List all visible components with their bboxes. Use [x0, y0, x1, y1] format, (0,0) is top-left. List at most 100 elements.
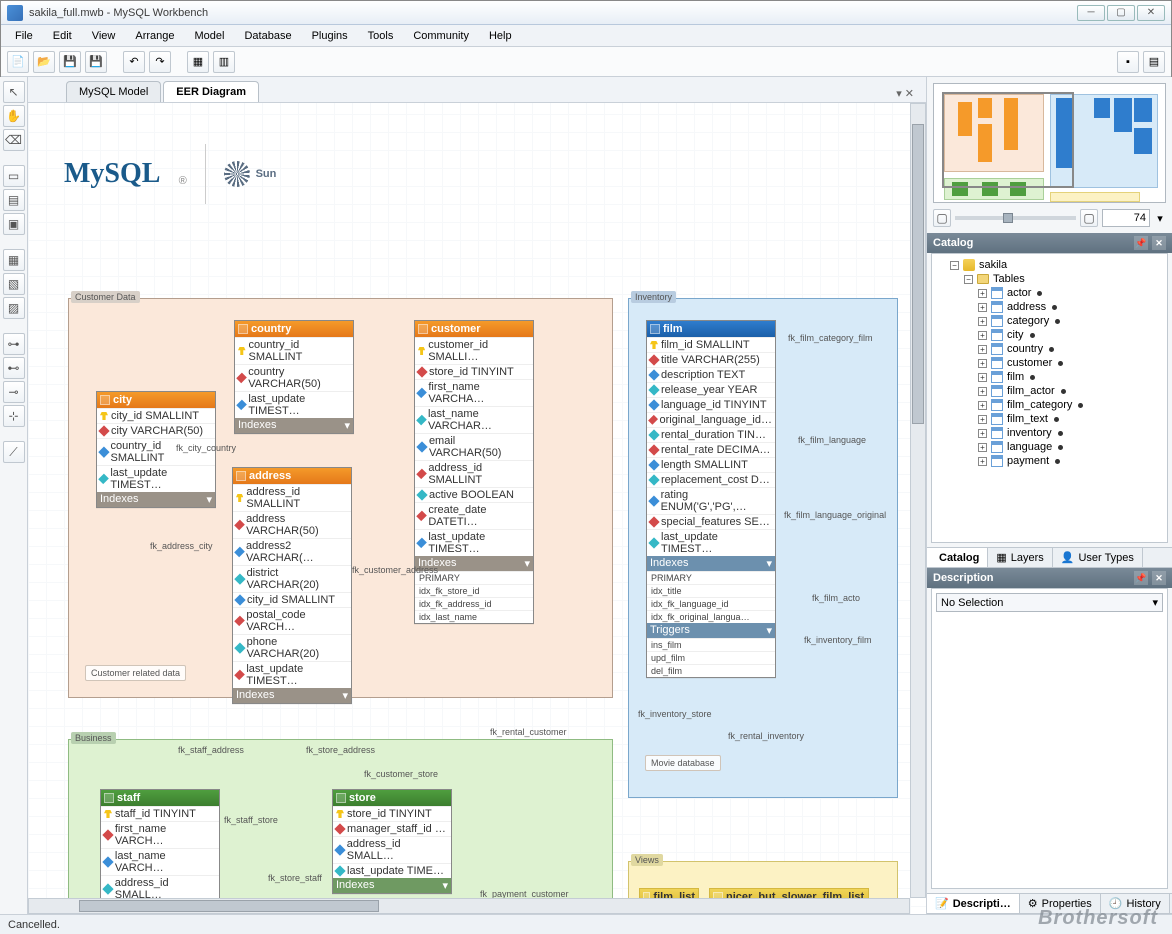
relation-ident-tool[interactable]: ⊹ [3, 405, 25, 427]
fk-label: fk_customer_store [364, 769, 438, 779]
zoom-slider[interactable] [955, 216, 1076, 220]
subtab-description[interactable]: 📝 Descripti… [927, 894, 1020, 913]
menu-model[interactable]: Model [185, 26, 235, 46]
relation-1-1-tool[interactable]: ⊶ [3, 333, 25, 355]
fk-label: fk_film_category_film [788, 333, 873, 343]
canvas-viewport[interactable]: MySQL ® Sun Customer Data Customer relat… [28, 103, 926, 914]
catalog-panel-header: Catalog 📌✕ [927, 233, 1172, 253]
fk-label: fk_staff_address [178, 745, 244, 755]
close-panel-icon[interactable]: ✕ [1152, 571, 1166, 585]
zoom-dropdown[interactable]: ▾ [1154, 212, 1166, 225]
catalog-subtabs: Catalog ▦ Layers 👤 User Types [927, 547, 1172, 568]
description-panel: No Selection▾ [931, 588, 1168, 889]
main-area: ↖ ✋ ⌫ ▭ ▤ ▣ ▦ ▧ ▨ ⊶ ⊷ ⊸ ⊹ ⟋ MySQL Model … [0, 77, 1172, 914]
mysql-logo: MySQL [64, 158, 160, 190]
eraser-tool[interactable]: ⌫ [3, 129, 25, 151]
status-bar: Cancelled. [0, 914, 1172, 934]
table-address[interactable]: addressaddress_id SMALLINTaddress VARCHA… [232, 467, 352, 704]
view-tool[interactable]: ▧ [3, 273, 25, 295]
menu-arrange[interactable]: Arrange [125, 26, 184, 46]
menu-file[interactable]: File [5, 26, 43, 46]
eer-canvas[interactable]: MySQL ® Sun Customer Data Customer relat… [28, 103, 926, 914]
sun-logo: Sun [224, 161, 277, 187]
fk-label: fk_rental_customer [490, 727, 567, 737]
tab-mysql-model[interactable]: MySQL Model [66, 81, 161, 102]
maximize-button[interactable]: ▢ [1107, 5, 1135, 21]
layer-tool[interactable]: ▭ [3, 165, 25, 187]
brand-logos: MySQL ® Sun [64, 139, 374, 209]
table-customer[interactable]: customercustomer_id SMALLI…store_id TINY… [414, 320, 534, 624]
tab-controls[interactable]: ▾ ✕ [890, 85, 920, 102]
new-file-button[interactable]: 📄 [7, 51, 29, 73]
fk-label: fk_inventory_film [804, 635, 872, 645]
image-tool[interactable]: ▣ [3, 213, 25, 235]
fk-label: fk_store_address [306, 745, 375, 755]
minimize-button[interactable]: ─ [1077, 5, 1105, 21]
hand-tool[interactable]: ✋ [3, 105, 25, 127]
zoom-100-button[interactable]: ▢ [1080, 209, 1098, 227]
subtab-usertypes[interactable]: 👤 User Types [1053, 548, 1143, 567]
region-label: Customer Data [71, 291, 140, 303]
menu-view[interactable]: View [82, 26, 126, 46]
pin-icon[interactable]: 📌 [1134, 571, 1148, 585]
pointer-tool[interactable]: ↖ [3, 81, 25, 103]
fk-label: fk_store_staff [268, 873, 322, 883]
catalog-tree[interactable]: −sakila−Tables+actor+address+category+ci… [931, 253, 1168, 543]
terminal-button[interactable]: ▪ [1117, 51, 1139, 73]
open-button[interactable]: 📂 [33, 51, 55, 73]
table-store[interactable]: storestore_id TINYINTmanager_staff_id …a… [332, 789, 452, 894]
relation-1-n-tool[interactable]: ⊷ [3, 357, 25, 379]
relation-existing-tool[interactable]: ⟋ [3, 441, 25, 463]
table-staff[interactable]: staffstaff_id TINYINTfirst_name VARCH…la… [100, 789, 220, 914]
fk-label: fk_rental_inventory [728, 731, 804, 741]
side-panel: ▢ ▢ ▾ Catalog 📌 ✕ −sakila−Tables+actor+ad… [926, 77, 1172, 914]
region-note: Customer related data [85, 665, 186, 681]
menu-tools[interactable]: Tools [358, 26, 404, 46]
region-label: Business [71, 732, 116, 744]
editor-tabs: MySQL Model EER Diagram ▾ ✕ [28, 77, 926, 103]
redo-button[interactable]: ↷ [149, 51, 171, 73]
tab-eer-diagram[interactable]: EER Diagram [163, 81, 259, 102]
subtab-layers[interactable]: ▦ Layers [988, 548, 1052, 567]
zoom-fit-button[interactable]: ▢ [933, 209, 951, 227]
navigator-thumbnail[interactable] [933, 83, 1166, 203]
panel-toggle-button[interactable]: ▤ [1143, 51, 1165, 73]
zoom-controls: ▢ ▢ ▾ [933, 209, 1166, 227]
save-as-button[interactable]: 💾 [85, 51, 107, 73]
close-panel-icon[interactable]: ✕ [1152, 236, 1166, 250]
selection-dropdown[interactable]: No Selection▾ [936, 593, 1163, 612]
save-button[interactable]: 💾 [59, 51, 81, 73]
canvas-hscrollbar[interactable] [28, 898, 910, 914]
menu-edit[interactable]: Edit [43, 26, 82, 46]
fk-label: fk_city_country [176, 443, 236, 453]
zoom-value-input[interactable] [1102, 209, 1150, 227]
description-panel-header: Description 📌✕ [927, 568, 1172, 588]
fk-label: fk_film_acto [812, 593, 860, 603]
canvas-vscrollbar[interactable] [910, 103, 926, 898]
grid-toggle-button[interactable]: ▦ [187, 51, 209, 73]
note-tool[interactable]: ▤ [3, 189, 25, 211]
fk-label: fk_staff_store [224, 815, 278, 825]
status-text: Cancelled. [8, 919, 60, 931]
table-country[interactable]: countrycountry_id SMALLINTcountry VARCHA… [234, 320, 354, 434]
pin-icon[interactable]: 📌 [1134, 236, 1148, 250]
routine-tool[interactable]: ▨ [3, 297, 25, 319]
close-button[interactable]: ✕ [1137, 5, 1165, 21]
region-label: Inventory [631, 291, 676, 303]
app-icon [7, 5, 23, 21]
table-tool[interactable]: ▦ [3, 249, 25, 271]
menu-help[interactable]: Help [479, 26, 522, 46]
sun-icon [224, 161, 250, 187]
snap-button[interactable]: ▥ [213, 51, 235, 73]
tool-palette: ↖ ✋ ⌫ ▭ ▤ ▣ ▦ ▧ ▨ ⊶ ⊷ ⊸ ⊹ ⟋ [0, 77, 28, 914]
relation-n-m-tool[interactable]: ⊸ [3, 381, 25, 403]
fk-label: fk_film_language_original [784, 510, 886, 520]
subtab-catalog[interactable]: Catalog [927, 548, 988, 567]
menu-plugins[interactable]: Plugins [302, 26, 358, 46]
table-film[interactable]: filmfilm_id SMALLINTtitle VARCHAR(255)de… [646, 320, 776, 678]
region-note: Movie database [645, 755, 721, 771]
diagram-area: MySQL Model EER Diagram ▾ ✕ MySQL ® Sun [28, 77, 926, 914]
menu-database[interactable]: Database [234, 26, 301, 46]
undo-button[interactable]: ↶ [123, 51, 145, 73]
menu-community[interactable]: Community [403, 26, 479, 46]
